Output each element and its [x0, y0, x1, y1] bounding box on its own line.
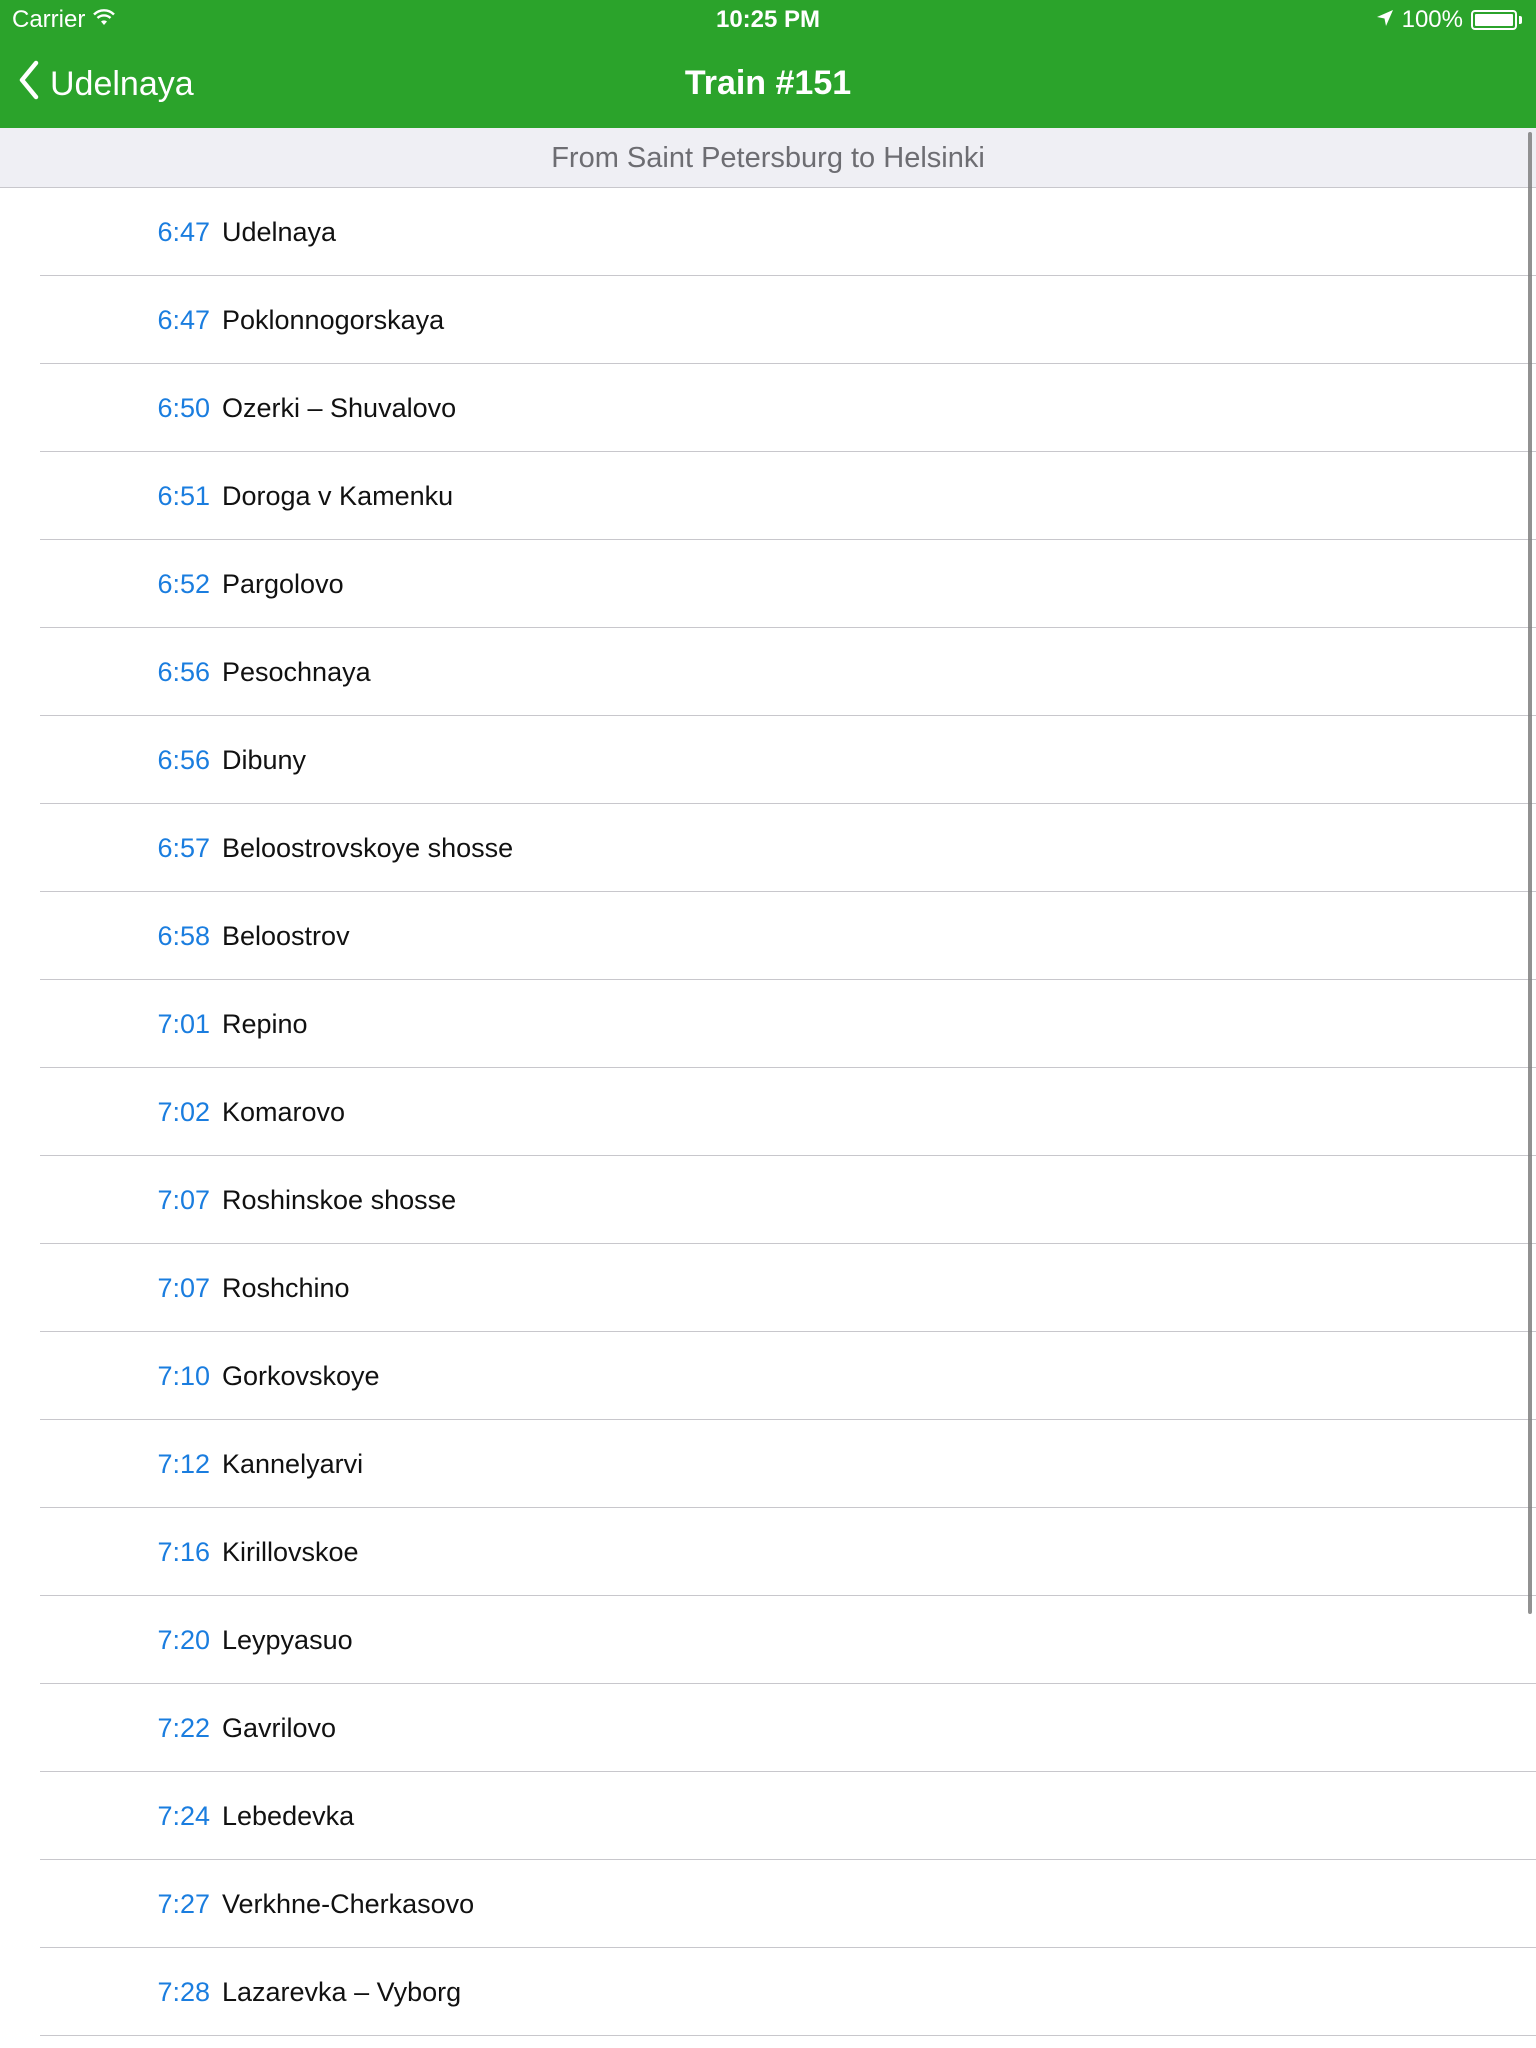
stop-time: 7:10 [157, 1360, 210, 1391]
stop-time: 7:16 [157, 1536, 210, 1567]
stop-time: 7:01 [157, 1008, 210, 1039]
list-item[interactable]: 6:51 Doroga v Kamenku [0, 452, 1536, 540]
battery-fill [1475, 14, 1513, 26]
stops-list: 6:47 Udelnaya 6:47 Poklonnogorskaya 6:50… [0, 188, 1536, 2036]
stop-station: Dibuny [222, 744, 307, 775]
list-item[interactable]: 6:52 Pargolovo [0, 540, 1536, 628]
stop-station: Kannelyarvi [222, 1448, 364, 1479]
list-item[interactable]: 7:20 Leypyasuo [0, 1596, 1536, 1684]
list-item[interactable]: 7:27 Verkhne-Cherkasovo [0, 1860, 1536, 1948]
stop-station: Roshinskoe shosse [222, 1184, 457, 1215]
stop-station: Beloostrovskoye shosse [222, 832, 514, 863]
stop-station: Udelnaya [222, 216, 337, 247]
page-title: Train #151 [684, 64, 852, 102]
battery-icon [1471, 10, 1517, 30]
vertical-scrollbar[interactable] [1528, 132, 1532, 1614]
list-item[interactable]: 7:12 Kannelyarvi [0, 1420, 1536, 1508]
stop-time: 7:12 [157, 1448, 210, 1479]
stop-station: Lazarevka – Vyborg [222, 1976, 462, 2007]
stop-station: Roshchino [222, 1272, 350, 1303]
top-bar: Carrier 10:25 PM 100% Udelnaya Train #15… [0, 0, 1536, 128]
list-item[interactable]: 7:07 Roshchino [0, 1244, 1536, 1332]
stop-station: Pargolovo [222, 568, 344, 599]
navigation-bar: Udelnaya Train #151 [0, 40, 1536, 128]
list-item[interactable]: 6:56 Pesochnaya [0, 628, 1536, 716]
list-item[interactable]: 7:07 Roshinskoe shosse [0, 1156, 1536, 1244]
list-item[interactable]: 7:02 Komarovo [0, 1068, 1536, 1156]
status-time: 10:25 PM [715, 6, 821, 33]
stop-time: 6:51 [157, 480, 210, 511]
stop-station: Gorkovskoye [222, 1360, 380, 1391]
stop-station: Repino [222, 1008, 308, 1039]
list-item[interactable]: 6:58 Beloostrov [0, 892, 1536, 980]
stop-time: 7:07 [157, 1272, 210, 1303]
stop-time: 6:52 [157, 568, 210, 599]
stop-time: 7:07 [157, 1184, 210, 1215]
status-bar: Carrier 10:25 PM 100% [0, 0, 1536, 40]
list-item[interactable]: 6:47 Poklonnogorskaya [0, 276, 1536, 364]
stop-time: 6:56 [157, 744, 210, 775]
list-item[interactable]: 7:22 Gavrilovo [0, 1684, 1536, 1772]
section-header: From Saint Petersburg to Helsinki [0, 128, 1536, 188]
stop-station: Lebedevka [222, 1800, 355, 1831]
stop-time: 7:20 [157, 1624, 210, 1655]
stop-time: 7:02 [157, 1096, 210, 1127]
list-item[interactable]: 6:47 Udelnaya [0, 188, 1536, 276]
stop-time: 6:47 [157, 304, 210, 335]
stop-station: Pesochnaya [222, 656, 371, 687]
stop-station: Verkhne-Cherkasovo [222, 1888, 475, 1919]
stop-station: Poklonnogorskaya [222, 304, 445, 335]
battery-percentage: 100% [1401, 6, 1463, 33]
stop-time: 6:50 [157, 392, 210, 423]
stop-time: 7:22 [157, 1712, 210, 1743]
stop-time: 6:47 [157, 216, 210, 247]
stop-time: 6:56 [157, 656, 210, 687]
stop-time: 7:27 [157, 1888, 210, 1919]
list-item[interactable]: 7:24 Lebedevka [0, 1772, 1536, 1860]
list-item[interactable]: 6:50 Ozerki – Shuvalovo [0, 364, 1536, 452]
stop-time: 6:57 [157, 832, 210, 863]
list-item[interactable]: 7:01 Repino [0, 980, 1536, 1068]
stop-time: 7:24 [157, 1800, 210, 1831]
stop-station: Gavrilovo [222, 1712, 337, 1743]
list-item[interactable]: 7:16 Kirillovskoe [0, 1508, 1536, 1596]
location-arrow-icon [1376, 6, 1394, 34]
stop-station: Komarovo [222, 1096, 346, 1127]
stop-station: Leypyasuo [222, 1624, 353, 1655]
list-item[interactable]: 7:28 Lazarevka – Vyborg [0, 1948, 1536, 2036]
stop-station: Ozerki – Shuvalovo [222, 392, 457, 423]
stop-time: 7:28 [157, 1976, 210, 2007]
stop-station: Doroga v Kamenku [222, 480, 454, 511]
list-item[interactable]: 7:10 Gorkovskoye [0, 1332, 1536, 1420]
list-item[interactable]: 6:56 Dibuny [0, 716, 1536, 804]
stop-station: Kirillovskoe [222, 1536, 359, 1567]
battery-cap [1519, 16, 1522, 24]
list-item[interactable]: 6:57 Beloostrovskoye shosse [0, 804, 1536, 892]
stop-station: Beloostrov [222, 920, 350, 951]
stop-time: 6:58 [157, 920, 210, 951]
status-right-group: 100% [1376, 6, 1522, 34]
